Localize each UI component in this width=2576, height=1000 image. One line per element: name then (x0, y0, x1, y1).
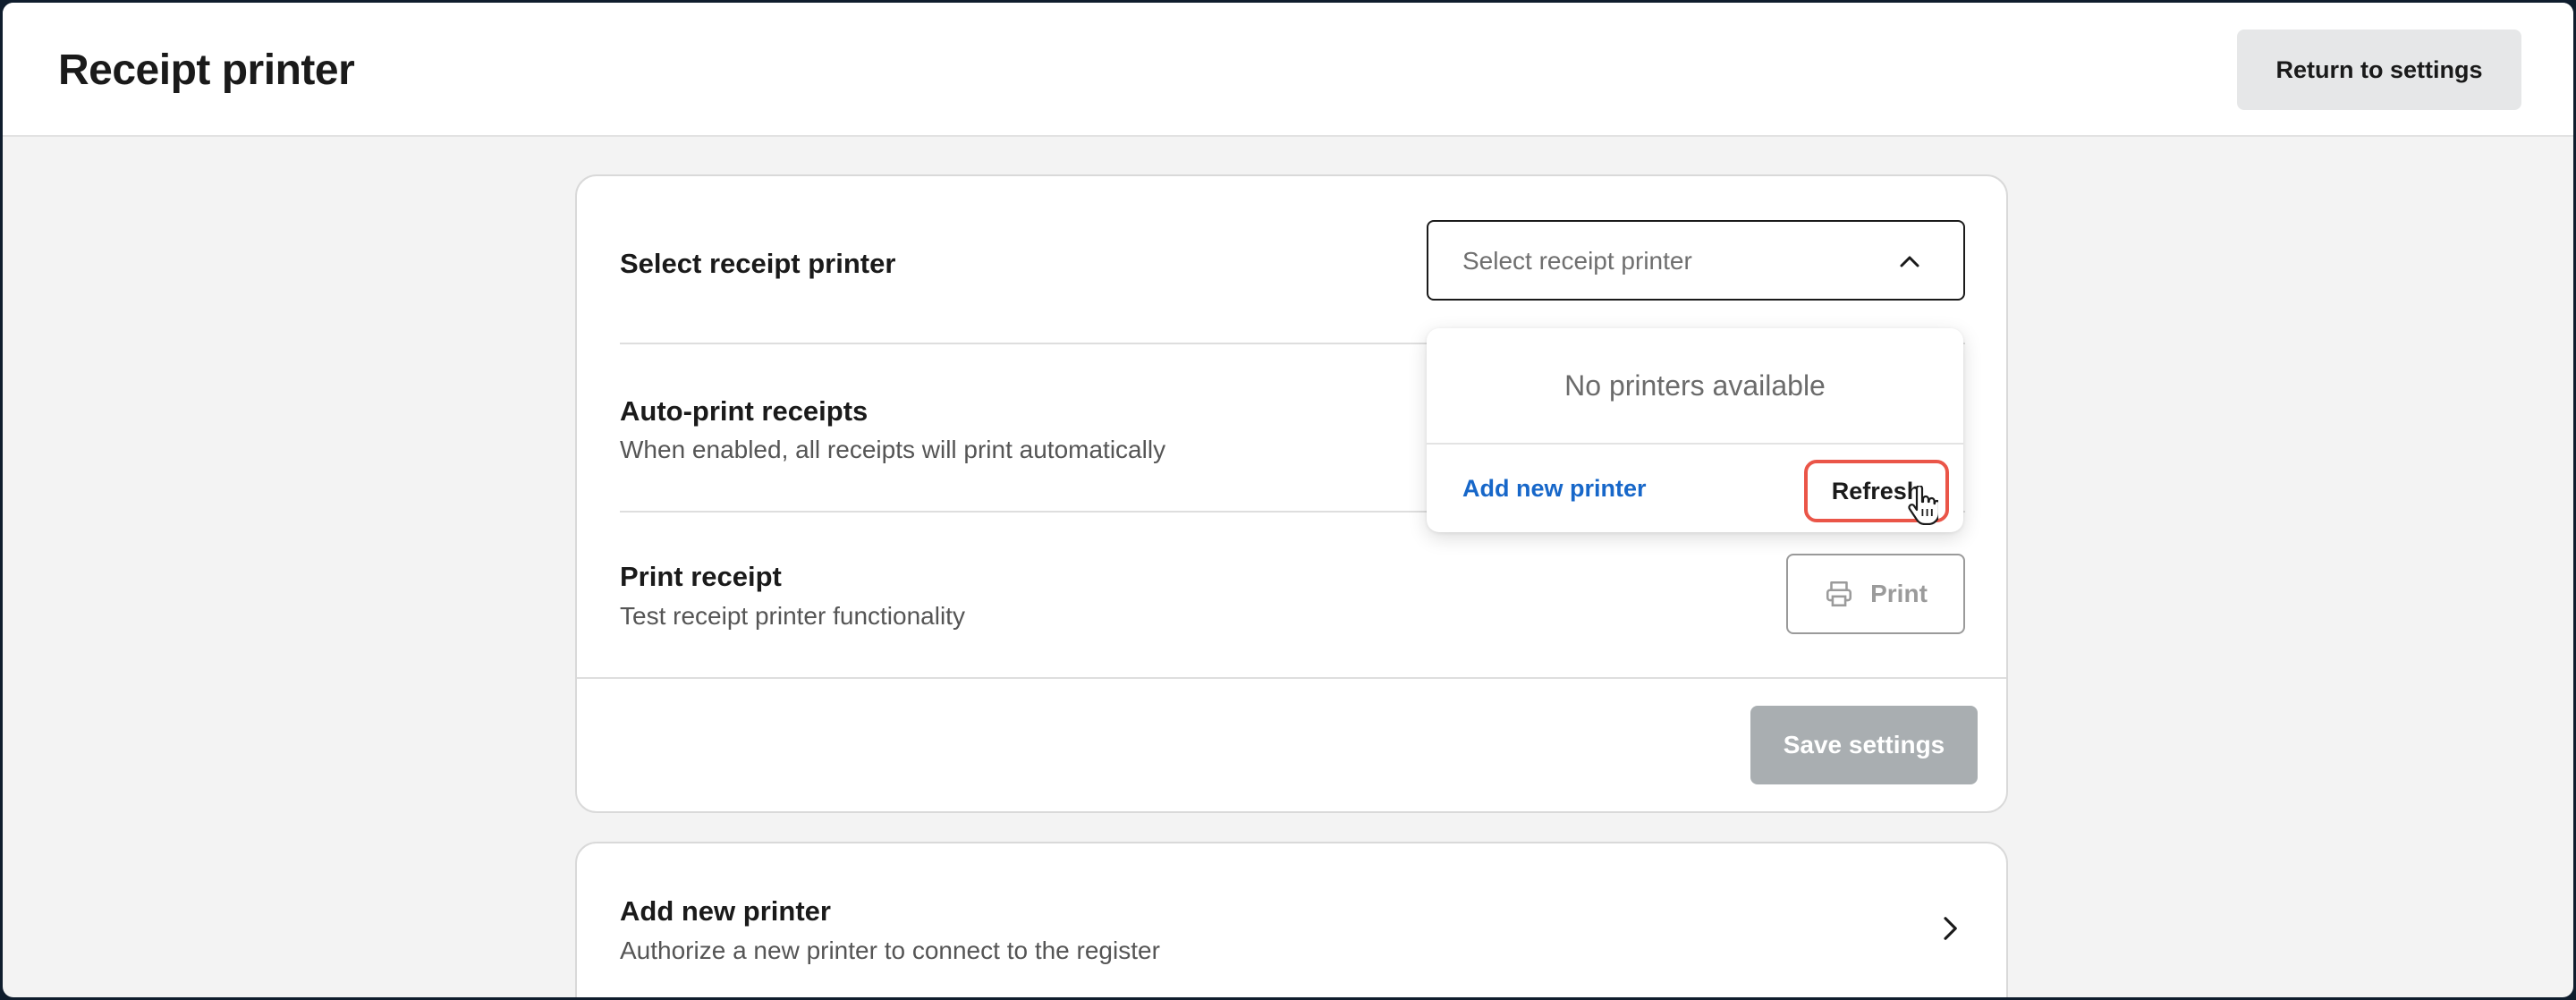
add-printer-title: Add new printer (620, 895, 831, 927)
print-button[interactable]: Print (1786, 554, 1965, 634)
auto-print-subtitle: When enabled, all receipts will print au… (620, 436, 1166, 463)
dropdown-divider (1427, 443, 1963, 445)
print-receipt-title: Print receipt (620, 561, 782, 592)
printer-icon (1826, 581, 1852, 607)
return-to-settings-button[interactable]: Return to settings (2237, 30, 2521, 110)
chevron-up-icon (1900, 256, 1919, 267)
add-new-printer-link[interactable]: Add new printer (1462, 475, 1647, 503)
chevron-right-icon (1944, 917, 1957, 940)
printer-select-placeholder: Select receipt printer (1462, 247, 1692, 275)
hand-cursor-icon (1908, 486, 1938, 525)
select-printer-label: Select receipt printer (620, 248, 896, 279)
print-receipt-subtitle: Test receipt printer functionality (620, 602, 965, 630)
printer-dropdown-menu: No printers available Add new printer Re… (1427, 328, 1963, 532)
app-window: Receipt printer Return to settings Selec… (3, 3, 2573, 997)
auto-print-title: Auto-print receipts (620, 395, 869, 427)
top-bar: Receipt printer Return to settings (3, 3, 2573, 137)
printer-select[interactable]: Select receipt printer (1427, 220, 1965, 301)
page-title: Receipt printer (58, 47, 355, 94)
save-settings-button[interactable]: Save settings (1750, 706, 1978, 784)
add-new-printer-card[interactable]: Add new printer Authorize a new printer … (575, 842, 2008, 997)
add-printer-subtitle: Authorize a new printer to connect to th… (620, 936, 1160, 964)
print-button-label: Print (1870, 580, 1928, 607)
no-printers-message: No printers available (1564, 369, 1826, 402)
card-footer-divider (577, 677, 2006, 679)
